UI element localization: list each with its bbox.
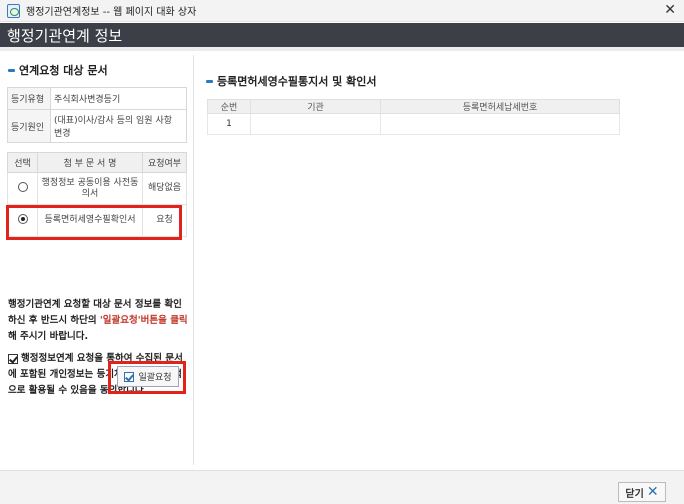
result-section-title: 등록면허세영수필통지서 및 확인서 [206, 73, 376, 89]
window-close-icon[interactable]: ✕ [664, 2, 676, 18]
bulk-request-button[interactable]: 일괄요청 [117, 366, 179, 387]
notice-highlight: '일괄요청'버튼을 클릭 [99, 315, 188, 326]
page-title: 행정기관연계 정보 [7, 26, 123, 45]
table-header-row: 선택 첨 부 문 서 명 요청여부 [7, 152, 187, 173]
table-header-row: 순번 기관 등록면허세납세번호 [207, 99, 620, 114]
registration-info-table: 등기유형 주식회사변경등기 등기원인 (대표)이사/감사 등의 임원 사항 변경 [7, 87, 187, 143]
close-button-label: 닫기 [625, 488, 644, 500]
info-label-cause: 등기원인 [7, 109, 51, 143]
close-x-icon: ✕ [646, 484, 659, 500]
radio-cell [7, 172, 38, 205]
col-header-tax-no: 등록면허세납세번호 [380, 99, 620, 114]
right-panel: 등록면허세영수필통지서 및 확인서 순번 기관 등록면허세납세번호 1 [200, 55, 680, 465]
check-icon [124, 371, 135, 382]
section-title-target-docs: 연계요청 대상 문서 [8, 62, 188, 78]
table-row: 행정정보 공동이용 사전동의서 해당없음 [7, 172, 187, 205]
window-title: 행정기관연계정보 -- 웹 페이지 대화 상자 [26, 7, 197, 18]
left-panel: 연계요청 대상 문서 등기유형 주식회사변경등기 등기원인 (대표)이사/감사 … [0, 55, 194, 465]
table-row: 등기원인 (대표)이사/감사 등의 임원 사항 변경 [7, 109, 187, 143]
doc-status-prior-consent: 해당없음 [142, 172, 187, 205]
highlight-box-selected-doc [6, 205, 182, 240]
ie-page-icon [7, 3, 20, 18]
table-row: 1 [207, 113, 620, 135]
cell-tax-no [380, 113, 620, 135]
close-button[interactable]: 닫기 ✕ [618, 482, 666, 502]
doc-name-prior-consent: 행정정보 공동이용 사전동의서 [37, 172, 143, 205]
result-table: 순번 기관 등록면허세납세번호 1 [207, 99, 620, 135]
doc-radio-prior-consent[interactable] [17, 181, 28, 192]
col-header-no: 순번 [207, 99, 251, 114]
window-titlebar: 행정기관연계정보 -- 웹 페이지 대화 상자 ✕ [0, 0, 684, 22]
info-value-type: 주식회사변경등기 [50, 87, 187, 110]
col-header-select: 선택 [7, 152, 38, 173]
page-header: 행정기관연계 정보 [0, 23, 684, 51]
info-value-cause: (대표)이사/감사 등의 임원 사항 변경 [50, 109, 187, 143]
cell-agency [250, 113, 381, 135]
notice-text-2: 해 주시기 바랍니다. [8, 331, 89, 342]
info-label-type: 등기유형 [7, 87, 51, 110]
section-title-text: 연계요청 대상 문서 [19, 64, 108, 77]
col-header-agency: 기관 [250, 99, 381, 114]
bullet-icon [206, 79, 213, 83]
col-header-request: 요청여부 [142, 152, 187, 173]
request-notice: 행정기관연계 요청할 대상 문서 정보를 확인하신 후 반드시 하단의 '일괄요… [8, 297, 190, 345]
table-row: 등기유형 주식회사변경등기 [7, 87, 187, 110]
bullet-icon [8, 68, 15, 72]
dialog-footer: 닫기 ✕ [0, 470, 684, 504]
consent-checkbox[interactable] [8, 353, 18, 364]
bulk-request-label: 일괄요청 [138, 373, 172, 383]
col-header-doc-name: 첨 부 문 서 명 [37, 152, 143, 173]
cell-no: 1 [207, 113, 251, 135]
result-title-text: 등록면허세영수필통지서 및 확인서 [217, 75, 377, 88]
